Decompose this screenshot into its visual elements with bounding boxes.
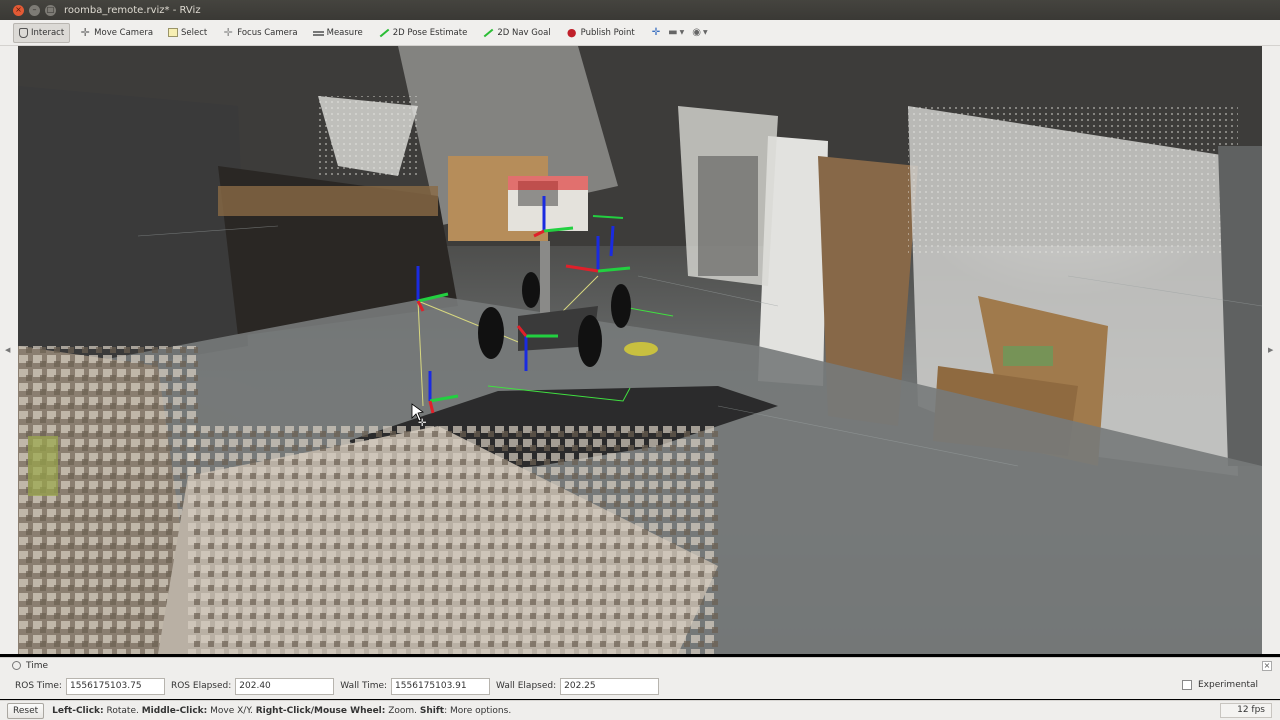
ros-elapsed-label: ROS Elapsed: (170, 681, 232, 691)
pin-icon: ● (566, 25, 577, 39)
tool-label: Move Camera (94, 27, 154, 38)
time-panel-close-button[interactable]: × (1262, 661, 1272, 671)
left-dock-handle[interactable]: ◀ (0, 46, 18, 654)
add-tool-button[interactable]: ✛ (652, 27, 660, 38)
focus-camera-icon: ✛ (223, 25, 233, 39)
tool-label: Focus Camera (237, 27, 298, 38)
experimental-label: Experimental (1197, 680, 1258, 690)
tool-measure[interactable]: Measure (307, 23, 369, 43)
select-icon (168, 28, 179, 37)
time-panel-header: Time × (0, 657, 1280, 673)
fps-readout: 12 fps (1220, 703, 1272, 718)
hand-icon (19, 27, 28, 38)
window-title-bar: × – □ roomba_remote.rviz* - RViz (0, 0, 1280, 20)
reset-button[interactable]: Reset (7, 702, 45, 719)
tool-label: 2D Pose Estimate (392, 27, 468, 38)
tool-label: Publish Point (580, 27, 635, 38)
mouse-hint-text: Left-Click: Rotate. Middle-Click: Move X… (52, 706, 511, 716)
hint-text: Rotate. (103, 705, 142, 716)
chevron-down-icon: ▼ (702, 29, 708, 36)
status-bar: Reset Left-Click: Rotate. Middle-Click: … (0, 700, 1280, 720)
experimental-toggle[interactable]: Experimental (1181, 680, 1262, 690)
chevron-left-icon: ◀ (5, 346, 11, 354)
wall-elapsed-field[interactable] (560, 677, 660, 695)
experimental-checkbox[interactable] (1181, 680, 1192, 690)
tool-label: 2D Nav Goal (497, 27, 551, 38)
hint-text: Zoom. (385, 705, 420, 716)
ros-time-field[interactable] (65, 677, 165, 695)
ros-time-label: ROS Time: (15, 681, 62, 691)
time-panel-fields: ROS Time: ROS Elapsed: Wall Time: Wall E… (0, 673, 1280, 699)
window-title: roomba_remote.rviz* - RViz (64, 4, 201, 16)
wall-time-label: Wall Time: (340, 681, 388, 691)
move-camera-icon: ✛ (80, 25, 90, 39)
time-panel-title: Time (26, 660, 49, 671)
clock-icon (12, 661, 21, 670)
eye-icon: ◉ (692, 27, 701, 38)
tool-2d-pose-estimate[interactable]: 2D Pose Estimate (372, 23, 474, 43)
window-minimize-button[interactable]: – (29, 4, 40, 16)
hint-text: Move X/Y. (207, 705, 256, 716)
green-arrow-icon (482, 27, 494, 39)
tool-label: Interact (31, 27, 65, 38)
window-close-button[interactable]: × (13, 4, 24, 16)
tool-select[interactable]: Select (162, 23, 213, 43)
tool-2d-nav-goal[interactable]: 2D Nav Goal (476, 23, 556, 43)
hint-key: Right-Click/Mouse Wheel: (255, 705, 386, 716)
hint-key: Middle-Click: (141, 705, 208, 716)
tool-label: Select (181, 27, 208, 38)
close-icon: × (15, 5, 22, 14)
hint-key: Shift (419, 705, 445, 716)
wall-time-field[interactable] (391, 677, 491, 695)
hint-key: Left-Click: (52, 705, 104, 716)
svg-text:✛: ✛ (418, 418, 427, 429)
ros-elapsed-field[interactable] (235, 677, 335, 695)
maximize-icon: □ (46, 5, 55, 14)
tool-focus-camera[interactable]: ✛ Focus Camera (216, 23, 303, 43)
window-maximize-button[interactable]: □ (45, 4, 56, 16)
view-options-button[interactable]: ◉ ▼ (692, 27, 707, 38)
tool-publish-point[interactable]: ● Publish Point (560, 23, 641, 43)
measure-icon (312, 30, 324, 36)
right-dock-handle[interactable]: ▶ (1262, 46, 1280, 654)
tool-move-camera[interactable]: ✛ Move Camera (73, 23, 159, 43)
plus-icon: ✛ (651, 27, 661, 38)
chevron-down-icon: ▼ (679, 29, 685, 36)
render-3d-view[interactable]: ✛ (18, 46, 1262, 654)
tool-interact[interactable]: Interact (13, 22, 71, 43)
chevron-right-icon: ▶ (1268, 346, 1274, 354)
tools-toolbar: Interact ✛ Move Camera Select ✛ Focus Ca… (0, 20, 1280, 46)
remove-tool-button[interactable]: ▬ ▼ (668, 27, 684, 38)
minus-icon: ▬ (668, 27, 678, 38)
wall-elapsed-label: Wall Elapsed: (496, 681, 557, 691)
minimize-icon: – (32, 5, 37, 14)
scene-svg: ✛ (18, 46, 1262, 654)
tool-label: Measure (326, 27, 363, 38)
green-arrow-icon (378, 27, 390, 39)
hint-text: : More options. (444, 705, 512, 716)
